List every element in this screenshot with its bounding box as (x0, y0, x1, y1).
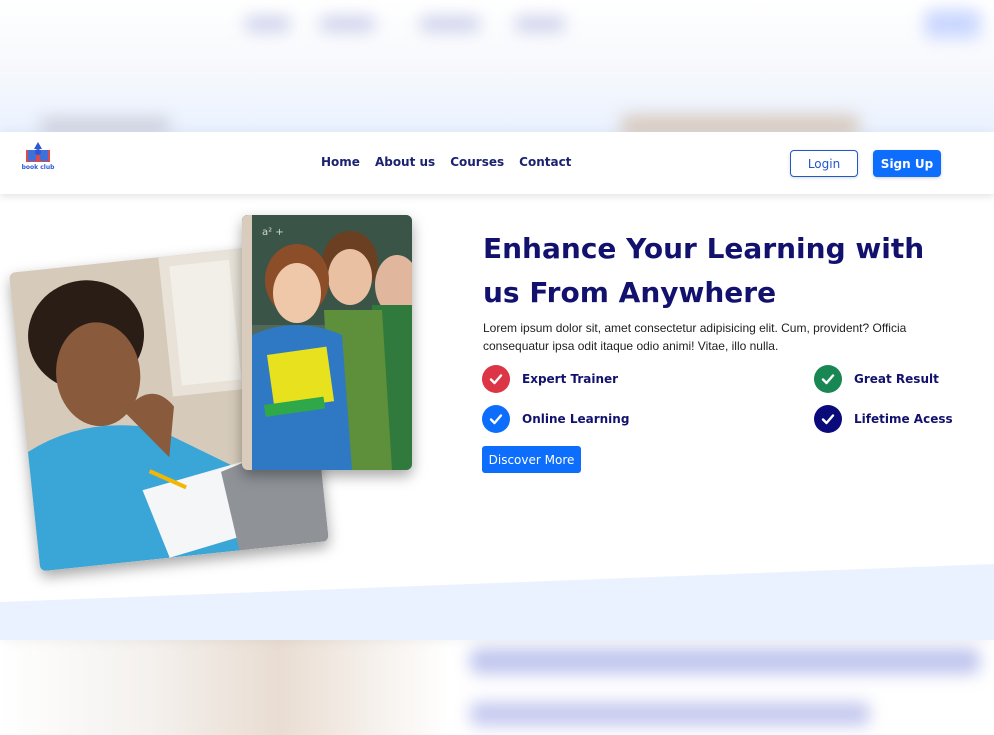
signup-button[interactable]: Sign Up (873, 150, 941, 177)
book-club-logo-icon (26, 142, 50, 162)
hero-card: book club Home About us Courses Contact … (0, 132, 994, 640)
nav-home-link[interactable]: Home (321, 155, 360, 169)
blurred-nav-item (420, 17, 480, 31)
hero-title: Enhance Your Learning with us From Anywh… (483, 232, 925, 309)
blurred-button (925, 10, 980, 38)
navbar: book club Home About us Courses Contact … (0, 132, 994, 194)
feature-lifetime-access: Lifetime Acess (814, 405, 953, 433)
login-button[interactable]: Login (790, 150, 858, 177)
feature-great-result: Great Result (814, 365, 939, 393)
blurred-shape (40, 118, 170, 132)
check-icon (814, 405, 842, 433)
check-icon (482, 365, 510, 393)
svg-text:a² +: a² + (262, 227, 284, 238)
feature-label: Great Result (854, 372, 939, 386)
hero-description: Lorem ipsum dolor sit, amet consectetur … (483, 321, 907, 353)
discover-more-button[interactable]: Discover More (482, 446, 581, 473)
blurred-nav-item (320, 17, 375, 31)
feature-label: Lifetime Acess (854, 412, 953, 426)
blurred-background-top (0, 0, 994, 132)
feature-label: Online Learning (522, 412, 630, 426)
blurred-nav-item (515, 17, 565, 31)
students-illustration: a² + (242, 215, 412, 470)
check-icon (482, 405, 510, 433)
nav-links: Home About us Courses Contact (321, 155, 571, 169)
nav-about-link[interactable]: About us (375, 155, 435, 169)
students-group-photo: a² + (242, 215, 412, 470)
nav-courses-link[interactable]: Courses (450, 155, 504, 169)
blurred-heading-line (470, 702, 870, 726)
nav-contact-link[interactable]: Contact (519, 155, 571, 169)
blurred-heading-line (470, 648, 980, 674)
logo-text: book club (21, 164, 55, 171)
logo[interactable]: book club (20, 141, 56, 171)
feature-label: Expert Trainer (522, 372, 619, 386)
feature-expert-trainer: Expert Trainer (482, 365, 618, 393)
blurred-nav-item (245, 17, 290, 31)
feature-online-learning: Online Learning (482, 405, 629, 433)
check-icon (814, 365, 842, 393)
